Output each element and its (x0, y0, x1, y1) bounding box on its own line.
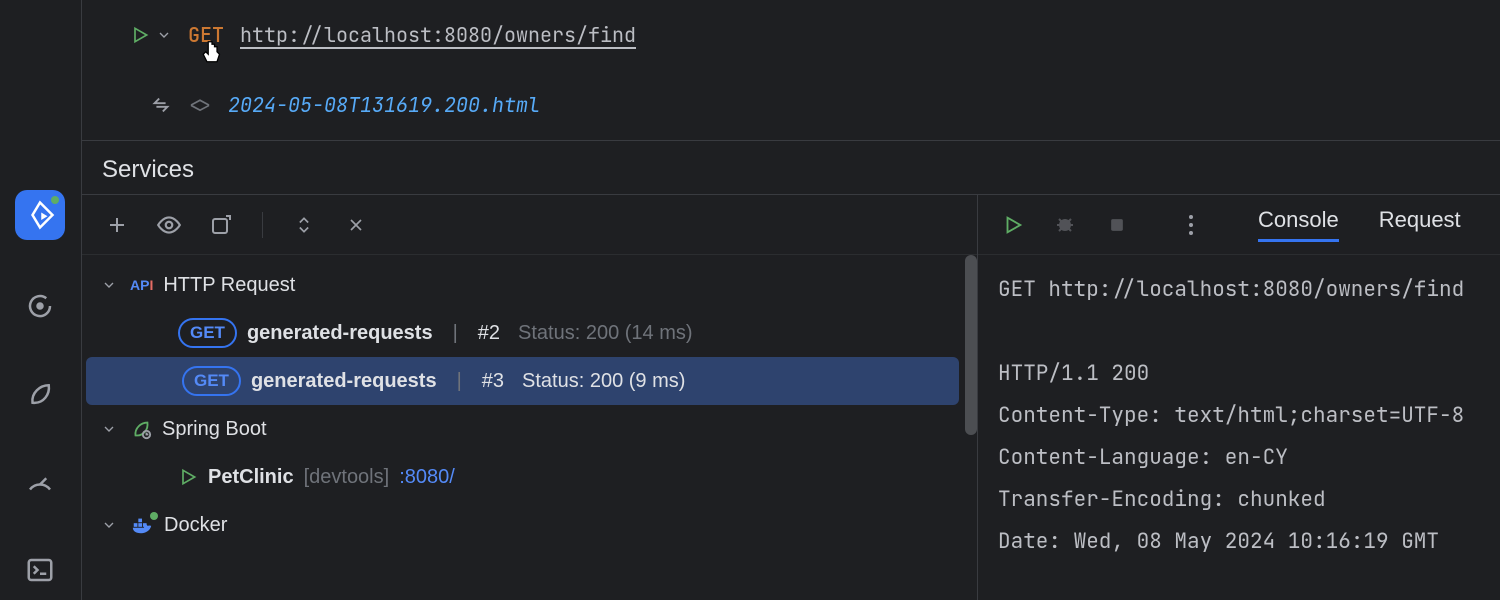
request-run-number: #2 (478, 322, 500, 345)
stop-icon[interactable] (1102, 210, 1132, 240)
chevron-down-icon[interactable] (98, 277, 120, 293)
http-editor: GET http://localhost:8080/owners/find <>… (81, 0, 1500, 140)
add-icon[interactable] (102, 210, 132, 240)
request-row[interactable]: GET generated-requests | #2 Status: 200 … (82, 309, 977, 357)
profiler-tool-icon[interactable] (18, 460, 62, 504)
get-badge: GET (182, 366, 241, 396)
chevron-down-icon[interactable] (156, 27, 172, 43)
http-request-node[interactable]: API HTTP Request (82, 261, 977, 309)
http-url[interactable]: http://localhost:8080/owners/find (240, 22, 636, 48)
get-badge: GET (178, 318, 237, 348)
node-label: Docker (164, 514, 227, 537)
request-status: Status: 200 (14 ms) (518, 322, 693, 345)
swap-arrows-icon[interactable] (150, 94, 172, 116)
spring-leaf-icon (130, 418, 152, 440)
request-row[interactable]: GET generated-requests | #3 Status: 200 … (86, 357, 959, 405)
app-tag: [devtools] (304, 466, 390, 489)
play-icon (178, 467, 198, 487)
chevron-down-icon[interactable] (98, 421, 120, 437)
app-name: PetClinic (208, 466, 294, 489)
services-toolbar (82, 195, 977, 255)
terminal-tool-icon[interactable] (18, 548, 62, 592)
eye-icon[interactable] (154, 210, 184, 240)
run-gutter-icon[interactable] (130, 25, 150, 45)
bug-icon[interactable] (1050, 210, 1080, 240)
console-output[interactable]: GET http://localhost:8080/owners/find HT… (978, 255, 1500, 600)
spring-app-row[interactable]: PetClinic [devtools] :8080/ (82, 453, 977, 501)
response-file-link[interactable]: 2024-05-08T131619.200.html (228, 92, 540, 118)
endpoints-tool-icon[interactable] (18, 284, 62, 328)
api-icon: API (130, 277, 153, 293)
tool-window-strip (0, 0, 80, 600)
docker-node[interactable]: Docker (82, 501, 977, 549)
open-window-icon[interactable] (206, 210, 236, 240)
scrollbar-thumb[interactable] (965, 255, 977, 435)
close-icon[interactable] (341, 210, 371, 240)
node-label: HTTP Request (163, 274, 295, 297)
tab-console[interactable]: Console (1258, 207, 1339, 242)
request-status: Status: 200 (9 ms) (522, 370, 685, 393)
spring-boot-node[interactable]: Spring Boot (82, 405, 977, 453)
docker-icon (130, 514, 154, 536)
response-toolbar: Console Request (978, 195, 1500, 255)
request-name: generated-requests (251, 370, 437, 393)
tab-request[interactable]: Request (1379, 207, 1461, 242)
services-tool-icon[interactable] (15, 190, 65, 240)
services-tree[interactable]: API HTTP Request GET generated-requests … (82, 255, 977, 600)
expand-collapse-icon[interactable] (289, 210, 319, 240)
app-port[interactable]: :8080/ (399, 466, 455, 489)
node-label: Spring Boot (162, 418, 267, 441)
more-icon[interactable] (1176, 210, 1206, 240)
angle-brackets-icon: <> (188, 92, 212, 118)
chevron-down-icon[interactable] (98, 517, 120, 533)
spring-tool-icon[interactable] (18, 372, 62, 416)
request-name: generated-requests (247, 322, 433, 345)
play-icon[interactable] (998, 210, 1028, 240)
services-panel-title: Services (81, 140, 1500, 194)
request-run-number: #3 (482, 370, 504, 393)
http-method: GET (188, 22, 224, 48)
